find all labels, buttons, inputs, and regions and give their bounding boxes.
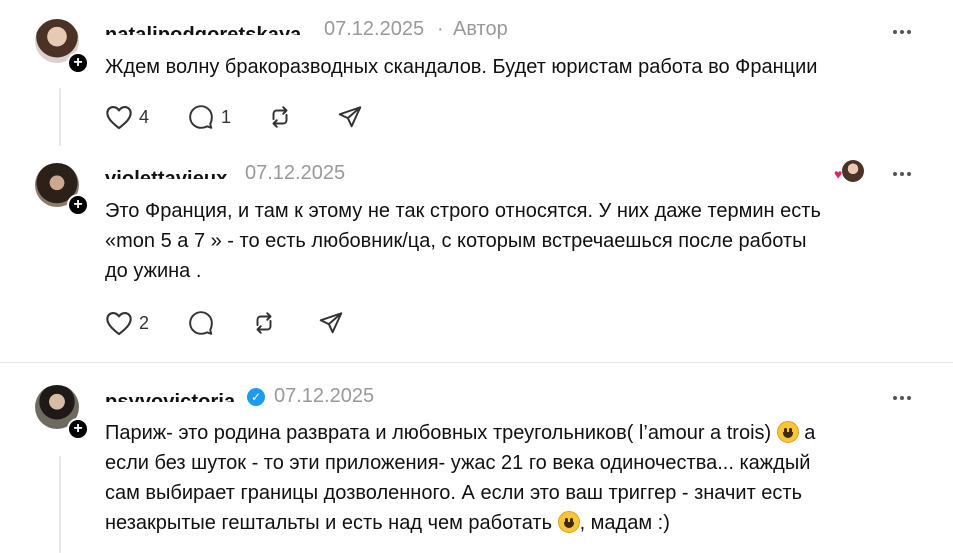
- like-count: 2: [139, 312, 150, 333]
- send-icon: [319, 312, 343, 334]
- grinning-face-emoji-icon: [557, 511, 580, 533]
- comment-text: Париж- это родина разврата и любовных тр…: [105, 418, 815, 538]
- like-count: 4: [139, 106, 150, 127]
- follow-button[interactable]: +: [67, 194, 89, 216]
- comment-text-line: незакрытые гештальты и есть над чем рабо…: [105, 508, 815, 538]
- verified-icon: ✓: [247, 388, 265, 406]
- repost-icon: [272, 106, 288, 128]
- author-avatar-mini: [842, 160, 864, 182]
- plus-icon: +: [73, 53, 83, 71]
- comment-date[interactable]: 07.12.2025: [324, 18, 424, 41]
- share-button[interactable]: [337, 104, 363, 130]
- more-icon[interactable]: [893, 172, 911, 176]
- comment-text-line: Париж- это родина разврата и любовных тр…: [105, 418, 815, 448]
- reply-button[interactable]: 1: [187, 104, 267, 130]
- username[interactable]: natalipodgoretskaya: [105, 21, 301, 35]
- action-bar: 2: [105, 310, 344, 336]
- reply-button[interactable]: [187, 310, 251, 336]
- comment-text-line: «mon 5 a 7 » - то есть любовник/ца, с ко…: [105, 230, 807, 252]
- comment-text-line: до ужина .: [105, 260, 202, 282]
- repost-button[interactable]: [267, 104, 337, 130]
- text-segment: незакрытые гештальты и есть над чем рабо…: [105, 512, 558, 534]
- text-segment: а: [798, 422, 816, 444]
- heart-icon: ♥: [834, 166, 843, 182]
- more-icon[interactable]: [893, 396, 911, 400]
- thread-line: [59, 88, 61, 146]
- username[interactable]: psyvovictoria: [105, 388, 235, 402]
- separator-dot: ·: [437, 18, 444, 40]
- action-bar: 4 1: [105, 104, 363, 130]
- repost-button[interactable]: [251, 310, 318, 336]
- plus-icon: +: [73, 195, 83, 213]
- send-icon: [338, 106, 362, 128]
- reply-count: 1: [221, 106, 232, 127]
- liked-by-author-badge: ♥: [834, 160, 864, 184]
- username[interactable]: violettavieux: [105, 165, 227, 179]
- follow-button[interactable]: +: [67, 418, 89, 440]
- comment-icon: [189, 311, 213, 335]
- comment-date[interactable]: 07.12.2025: [245, 162, 345, 185]
- comment-text-line: если без шуток - то эти приложения- ужас…: [105, 452, 811, 474]
- grinning-face-emoji-icon: [776, 421, 799, 443]
- comment-date[interactable]: 07.12.2025: [274, 385, 374, 408]
- share-button[interactable]: [318, 310, 344, 336]
- comment-text-line: сам выбирает границы дозволенного. А есл…: [105, 482, 803, 504]
- author-tag: Автор: [453, 18, 508, 40]
- heart-icon: [106, 106, 132, 130]
- comment-text-line: Это Франция, и там к этому не так строго…: [105, 200, 821, 222]
- heart-icon: [106, 312, 132, 336]
- text-segment: , мадам :): [579, 512, 670, 534]
- more-icon[interactable]: [893, 30, 911, 34]
- text-segment: Париж- это родина разврата и любовных тр…: [105, 422, 777, 444]
- thread-line: [59, 456, 61, 553]
- comment-icon: [189, 105, 213, 129]
- comment-text: Ждем волну бракоразводных скандалов. Буд…: [105, 56, 818, 78]
- follow-button[interactable]: +: [67, 52, 89, 74]
- repost-icon: [256, 312, 272, 334]
- like-button[interactable]: 2: [105, 310, 187, 336]
- like-button[interactable]: 4: [105, 104, 187, 130]
- comment-text: Это Франция, и там к этому не так строго…: [105, 196, 821, 286]
- divider: [0, 362, 953, 363]
- plus-icon: +: [73, 419, 83, 437]
